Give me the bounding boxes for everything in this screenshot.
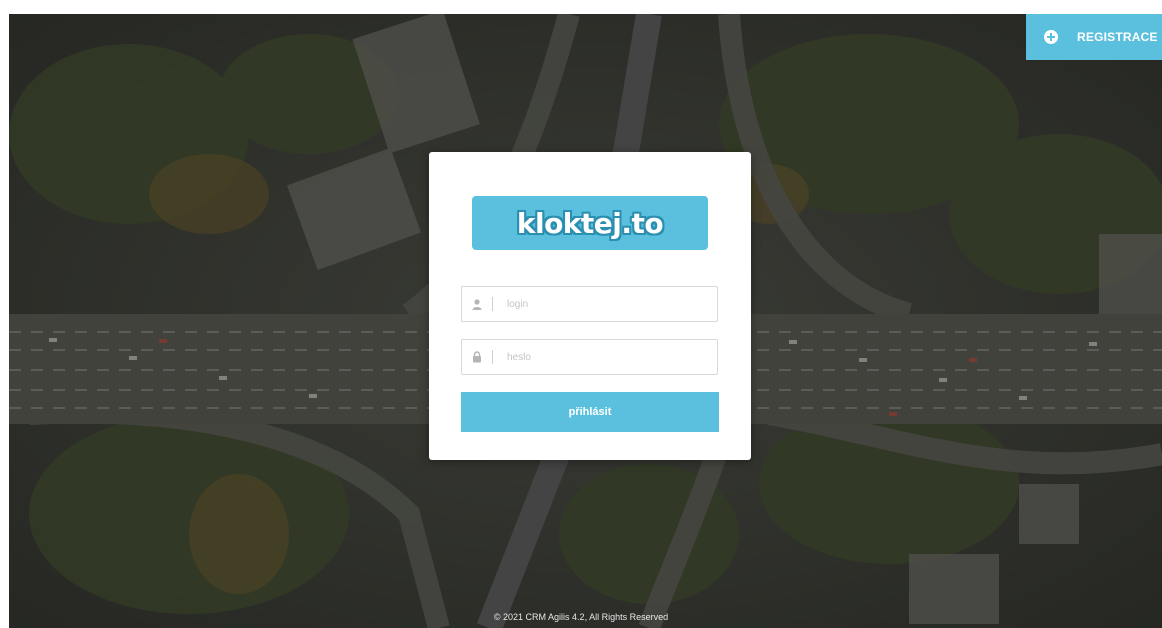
plus-circle-icon [1044,30,1058,44]
login-field[interactable] [461,286,718,322]
logo: kloktej.to [472,196,708,250]
user-icon [462,298,492,310]
field-divider [492,350,493,364]
footer-copyright: © 2021 CRM Agilis 4.2, All Rights Reserv… [493,612,669,622]
login-card: kloktej.to přihlásit [429,152,751,460]
login-submit-button[interactable]: přihlásit [461,392,719,432]
register-button[interactable]: REGISTRACE [1026,14,1162,60]
lock-icon [462,351,492,363]
field-divider [492,297,493,311]
logo-text: kloktej.to [516,206,664,240]
password-field[interactable] [461,339,718,375]
password-input[interactable] [505,339,717,375]
register-button-label: REGISTRACE [1077,30,1158,44]
login-input[interactable] [505,286,717,322]
